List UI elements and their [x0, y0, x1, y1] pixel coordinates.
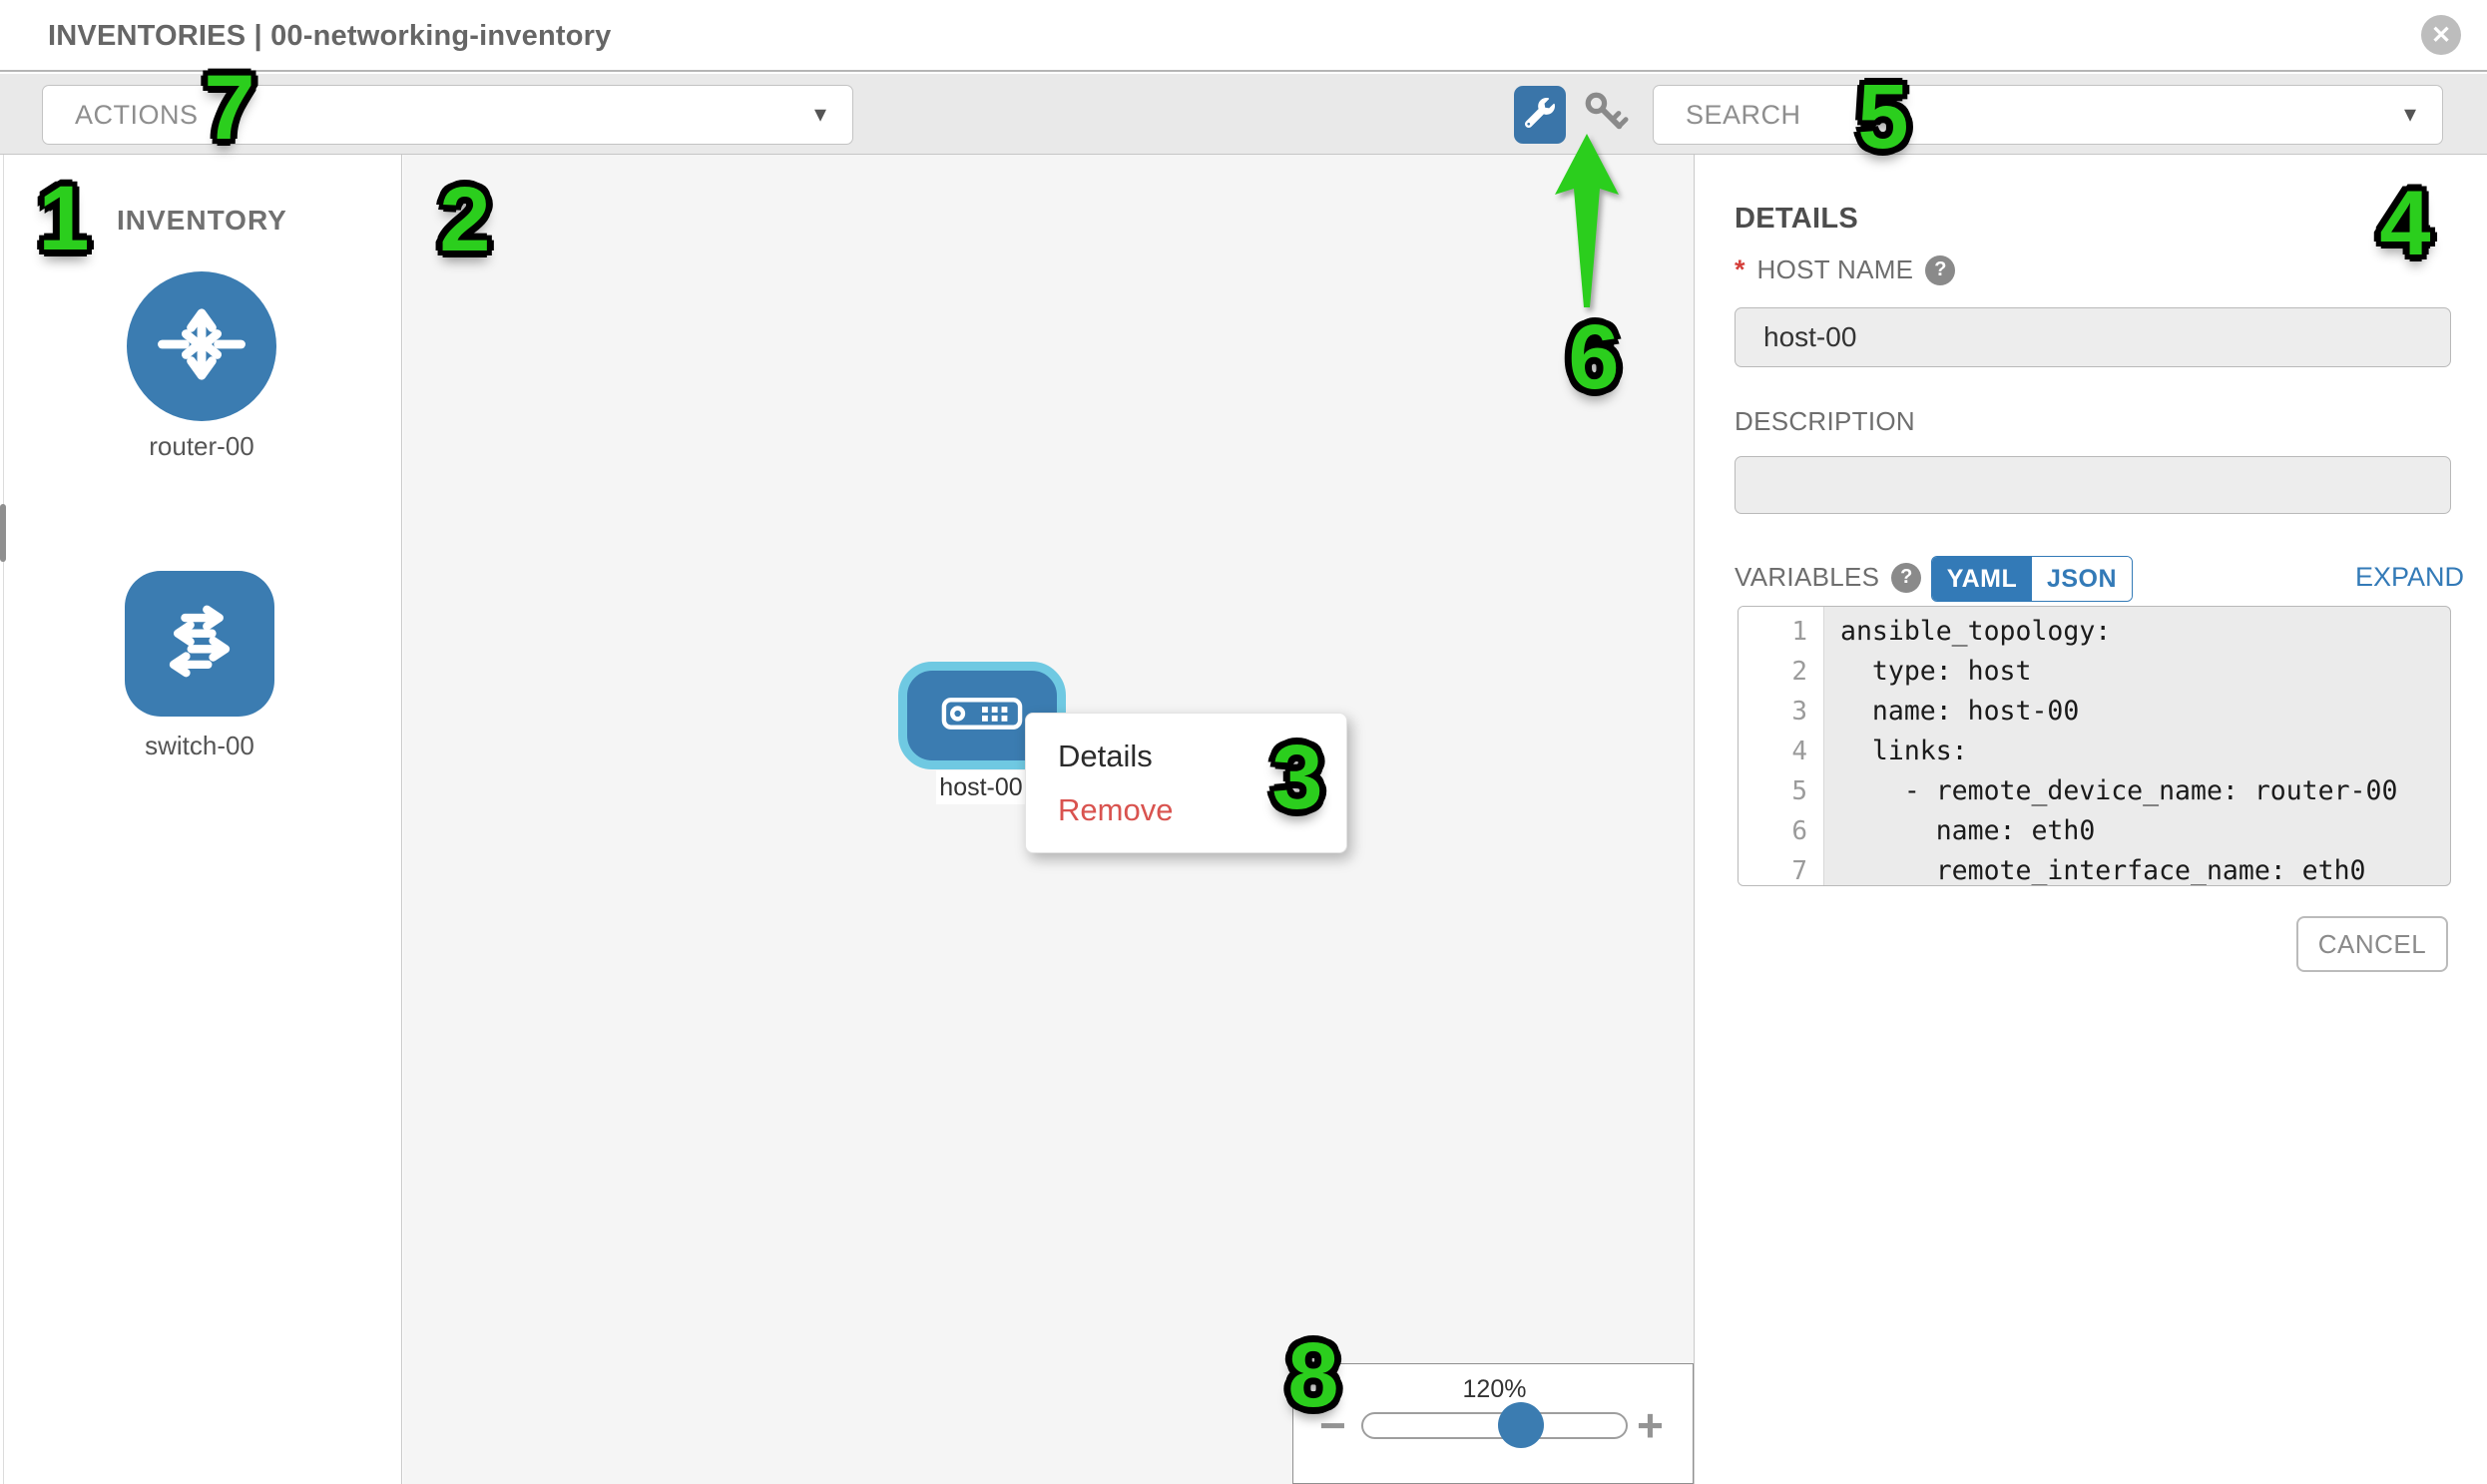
zoom-slider-handle[interactable]	[1498, 1402, 1544, 1448]
required-asterisk: *	[1735, 254, 1745, 285]
code-line: type: host	[1840, 652, 2450, 692]
variables-label: VARIABLES	[1735, 562, 1879, 593]
annotation-8: 8	[1287, 1329, 1338, 1421]
variables-format-toggle: YAML JSON	[1931, 556, 2133, 602]
chevron-down-icon: ▾	[2404, 100, 2416, 129]
zoom-slider-track[interactable]	[1361, 1412, 1628, 1439]
yaml-toggle-button[interactable]: YAML	[1932, 557, 2032, 601]
expand-link[interactable]: EXPAND	[2355, 562, 2464, 593]
line-number: 3	[1739, 692, 1823, 732]
device-switch-00[interactable]	[125, 571, 274, 717]
code-line: - remote_device_name: router-00	[1840, 771, 2450, 811]
line-number: 6	[1739, 811, 1823, 851]
host-name-label-row: * HOST NAME ?	[1735, 254, 1955, 285]
zoom-percent-value: 120%	[1361, 1375, 1628, 1404]
description-input[interactable]	[1735, 456, 2451, 514]
help-icon[interactable]: ?	[1891, 563, 1921, 593]
code-line: name: eth0	[1840, 811, 2450, 851]
host-name-label: HOST NAME	[1757, 254, 1914, 285]
cancel-button[interactable]: CANCEL	[2296, 916, 2448, 972]
annotation-5: 5	[1857, 71, 1908, 163]
code-line: name: host-00	[1840, 692, 2450, 732]
annotation-4: 4	[2379, 178, 2430, 269]
switch-icon	[148, 590, 251, 699]
actions-dropdown-label: ACTIONS	[75, 100, 199, 131]
variables-label-row: VARIABLES ?	[1735, 562, 1921, 593]
close-icon[interactable]: ✕	[2421, 15, 2461, 55]
description-label: DESCRIPTION	[1735, 406, 1915, 437]
editor-code-lines[interactable]: ansible_topology: type: host name: host-…	[1824, 607, 2450, 885]
router-icon	[150, 292, 253, 401]
toolbar: ACTIONS ▾ SEARCH ▾	[0, 74, 2487, 155]
line-number: 4	[1739, 732, 1823, 771]
sidebar-heading: INVENTORY	[117, 205, 287, 237]
line-number: 1	[1739, 612, 1823, 652]
details-panel: DETAILS * HOST NAME ? host-00 DESCRIPTIO…	[1694, 155, 2487, 1484]
annotation-arrow-up	[1553, 132, 1621, 314]
line-number: 7	[1739, 851, 1823, 886]
search-dropdown-label: SEARCH	[1686, 100, 1801, 131]
code-line: ansible_topology:	[1840, 612, 2450, 652]
zoom-control-panel: 120% − +	[1292, 1363, 1694, 1484]
device-label-switch: switch-00	[70, 731, 329, 761]
topology-canvas[interactable]: host-00 Details Remove 120% − +	[403, 155, 1694, 1484]
wrench-icon	[1525, 98, 1555, 133]
annotation-2: 2	[439, 174, 490, 265]
inventory-sidebar: INVENTORY router-00	[0, 155, 402, 1484]
editor-line-numbers: 1 2 3 4 5 6 7	[1739, 607, 1824, 885]
host-node-label: host-00	[936, 770, 1026, 804]
device-label-router: router-00	[72, 431, 331, 462]
host-name-input[interactable]: host-00	[1735, 307, 2451, 367]
annotation-1: 1	[38, 173, 89, 264]
code-line: remote_interface_name: eth0	[1840, 851, 2450, 886]
sidebar-edge-line	[3, 155, 4, 1484]
description-label-row: DESCRIPTION	[1735, 406, 1915, 437]
page-title: INVENTORIES | 00-networking-inventory	[48, 20, 611, 53]
page-header: INVENTORIES | 00-networking-inventory ✕	[0, 0, 2487, 72]
help-icon[interactable]: ?	[1925, 255, 1955, 285]
zoom-in-button[interactable]: +	[1637, 1402, 1664, 1448]
code-line: links:	[1840, 732, 2450, 771]
json-toggle-button[interactable]: JSON	[2032, 557, 2132, 601]
variables-code-editor[interactable]: 1 2 3 4 5 6 7 ansible_topology: type: ho…	[1738, 606, 2451, 886]
device-router-00[interactable]	[127, 271, 276, 421]
line-number: 2	[1739, 652, 1823, 692]
search-dropdown[interactable]: SEARCH ▾	[1653, 85, 2443, 145]
host-icon	[941, 697, 1023, 736]
chevron-down-icon: ▾	[814, 100, 826, 129]
annotation-3: 3	[1271, 732, 1322, 823]
sidebar-scrollbar[interactable]	[0, 504, 6, 562]
inventory-topology-screen: INVENTORIES | 00-networking-inventory ✕ …	[0, 0, 2487, 1484]
annotation-6: 6	[1568, 311, 1619, 403]
details-panel-title: DETAILS	[1735, 203, 1858, 236]
line-number: 5	[1739, 771, 1823, 811]
actions-dropdown[interactable]: ACTIONS ▾	[42, 85, 853, 145]
annotation-7: 7	[204, 62, 254, 154]
